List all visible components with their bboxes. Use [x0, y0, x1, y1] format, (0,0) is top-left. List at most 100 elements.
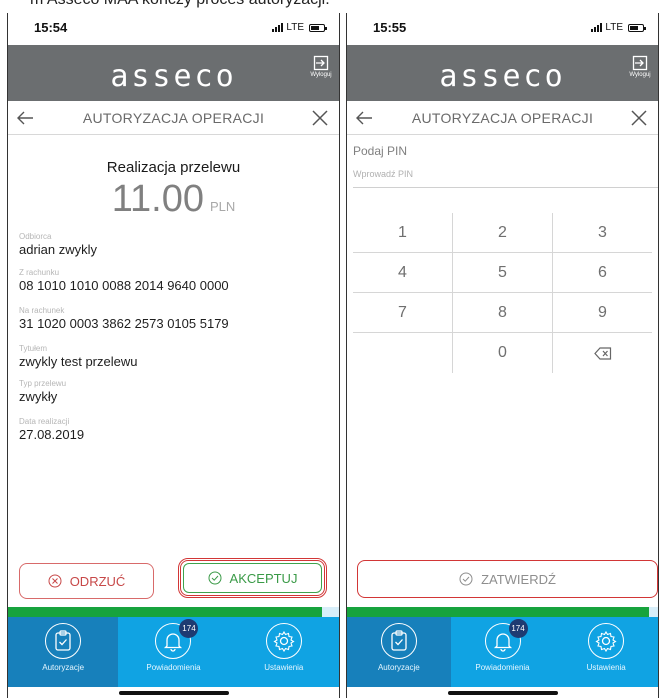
reject-x-icon: [48, 574, 62, 588]
key-9[interactable]: 9: [553, 293, 652, 332]
key-4[interactable]: 4: [353, 253, 453, 292]
logout-icon: [632, 55, 648, 71]
tab-authorizations-label: Autoryzacje: [377, 663, 420, 672]
notification-badge: 174: [179, 619, 199, 638]
logout-label: Wyloguj: [629, 72, 651, 78]
tab-settings-label: Ustawienia: [586, 663, 626, 672]
logout-icon: [313, 55, 329, 71]
notification-badge: 174: [508, 619, 528, 638]
key-1[interactable]: 1: [353, 213, 453, 252]
accept-label: AKCEPTUJ: [229, 570, 298, 586]
from-account-label: Z rachunku: [19, 268, 60, 277]
status-bar: 15:55 LTE: [347, 13, 658, 45]
tab-notifications[interactable]: 174 Powiadomienia: [451, 617, 555, 687]
reject-label: ODRZUĆ: [69, 573, 126, 589]
backspace-icon: [593, 346, 611, 360]
tab-authorizations[interactable]: Autoryzacje: [347, 617, 451, 687]
gear-icon: [265, 623, 302, 659]
recipient-label: Odbiorca: [19, 232, 52, 241]
gear-icon: [588, 623, 625, 659]
tab-notifications[interactable]: 174 Powiadomienia: [118, 617, 228, 687]
signal-icon: [272, 23, 284, 32]
back-arrow-icon[interactable]: [353, 107, 375, 129]
logout-button[interactable]: Wyloguj: [628, 55, 652, 78]
key-empty: [353, 333, 453, 373]
tab-notifications-label: Powiadomienia: [475, 663, 530, 672]
battery-icon: [628, 23, 646, 32]
nav-bar: AUTORYZACJA OPERACJI: [347, 101, 658, 135]
pin-label: Podaj PIN: [353, 144, 408, 158]
key-7[interactable]: 7: [353, 293, 453, 332]
network-status: LTE: [591, 22, 646, 33]
nav-title: AUTORYZACJA OPERACJI: [82, 110, 265, 126]
signal-icon: [591, 23, 603, 32]
recipient-value: adrian zwykly: [19, 242, 98, 257]
pin-input[interactable]: Wprowadź PIN: [353, 164, 658, 188]
key-5[interactable]: 5: [453, 253, 553, 292]
tab-notifications-label: Powiadomienia: [146, 663, 201, 672]
key-0[interactable]: 0: [453, 333, 553, 373]
nav-bar: AUTORYZACJA OPERACJI: [8, 101, 339, 135]
app-header: asseco Wyloguj: [8, 45, 339, 101]
transfer-type-label: Typ przelewu: [19, 379, 67, 388]
home-indicator: [347, 688, 658, 698]
accept-button[interactable]: AKCEPTUJ: [178, 558, 327, 598]
progress-fill: [347, 607, 649, 617]
clipboard-check-icon: [380, 623, 417, 659]
amount-value: 11.00: [111, 178, 204, 220]
asseco-logo: asseco: [110, 59, 237, 94]
backspace-key[interactable]: [553, 333, 652, 373]
back-arrow-icon[interactable]: [14, 107, 36, 129]
transfer-type-value: zwykły: [19, 389, 58, 404]
session-progress-bar: [8, 607, 339, 617]
tab-authorizations[interactable]: Autoryzacje: [8, 617, 119, 687]
title-label: Tytułem: [19, 344, 48, 353]
key-6[interactable]: 6: [553, 253, 652, 292]
transfer-heading: Realizacja przelewu: [106, 159, 241, 176]
tab-settings[interactable]: Ustawienia: [229, 617, 339, 687]
tab-authorizations-label: Autoryzacje: [42, 663, 85, 672]
home-indicator: [8, 688, 339, 698]
tab-bar: Autoryzacje 174 Powiadomienia Ustawienia: [8, 617, 339, 687]
to-account-value: 31 1020 0003 3862 2573 0105 5179: [19, 316, 229, 331]
reject-button[interactable]: ODRZUĆ: [19, 563, 154, 599]
clipboard-check-icon: [45, 623, 82, 659]
tab-settings[interactable]: Ustawienia: [554, 617, 658, 687]
execution-date-label: Data realizacji: [19, 417, 70, 426]
confirm-check-icon: [459, 572, 473, 586]
session-progress-bar: [347, 607, 658, 617]
amount-currency: PLN: [209, 199, 236, 214]
phone-screen-enter-pin: 15:55 LTE asseco Wyloguj AUTORYZACJA OPE…: [346, 13, 659, 698]
status-time: 15:55: [373, 20, 407, 35]
execution-date-value: 27.08.2019: [19, 427, 85, 442]
confirm-label: ZATWIERDŹ: [481, 571, 556, 587]
transfer-amount: 11.00 PLN: [8, 178, 339, 221]
key-3[interactable]: 3: [553, 213, 652, 252]
page-caption: m Asseco MAA kończy proces autoryzacji.: [30, 0, 330, 9]
tab-settings-label: Ustawienia: [264, 663, 304, 672]
close-icon[interactable]: [628, 107, 650, 129]
logout-label: Wyloguj: [310, 72, 332, 78]
to-account-label: Na rachunek: [19, 306, 65, 315]
close-icon[interactable]: [309, 107, 331, 129]
network-type: LTE: [605, 22, 623, 33]
progress-fill: [8, 607, 323, 617]
confirm-button[interactable]: ZATWIERDŹ: [357, 560, 658, 598]
title-value: zwykly test przelewu: [19, 354, 138, 369]
phone-screen-confirm-transfer: 15:54 LTE asseco Wyloguj AUTORYZACJA OPE…: [7, 13, 340, 698]
pin-keypad: 1 2 3 4 5 6 7 8 9 0: [353, 213, 652, 373]
from-account-value: 08 1010 1010 0088 2014 9640 0000: [19, 278, 229, 293]
status-time: 15:54: [34, 20, 68, 35]
asseco-logo: asseco: [439, 59, 566, 94]
logout-button[interactable]: Wyloguj: [309, 55, 333, 78]
accept-check-icon: [208, 571, 222, 585]
tab-bar: Autoryzacje 174 Powiadomienia Ustawienia: [347, 617, 658, 687]
key-8[interactable]: 8: [453, 293, 553, 332]
key-2[interactable]: 2: [453, 213, 553, 252]
network-status: LTE: [272, 22, 327, 33]
nav-title: AUTORYZACJA OPERACJI: [411, 110, 594, 126]
status-bar: 15:54 LTE: [8, 13, 339, 45]
app-header: asseco Wyloguj: [347, 45, 658, 101]
network-type: LTE: [286, 22, 304, 33]
battery-icon: [309, 23, 327, 32]
